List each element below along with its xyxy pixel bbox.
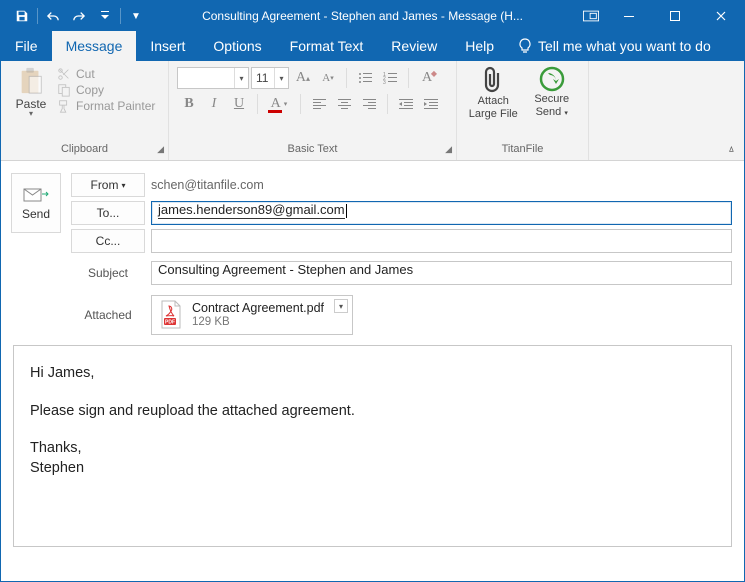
body-line: Please sign and reupload the attached ag… xyxy=(30,402,715,422)
format-painter-button[interactable]: Format Painter xyxy=(57,99,155,113)
tab-insert[interactable]: Insert xyxy=(136,31,199,61)
decrease-indent-button[interactable] xyxy=(394,93,418,115)
dialog-launcher-icon[interactable]: ◢ xyxy=(445,140,452,158)
to-button[interactable]: To... xyxy=(71,201,145,225)
secure-send-button[interactable]: SecureSend ▾ xyxy=(524,65,581,120)
window-controls xyxy=(606,1,744,31)
chevron-down-icon: ▾ xyxy=(29,111,33,117)
body-line: Thanks, xyxy=(30,439,715,459)
attachment-name: Contract Agreement.pdf xyxy=(192,301,324,315)
chevron-down-icon: ▾ xyxy=(234,68,248,88)
font-color-button[interactable]: A▾ xyxy=(264,93,294,115)
close-button[interactable] xyxy=(698,1,744,31)
grow-font-button[interactable]: A▴ xyxy=(291,67,315,89)
scissors-icon xyxy=(57,67,71,81)
group-label-titanfile: TitanFile xyxy=(465,140,580,160)
attachment-menu-button[interactable]: ▾ xyxy=(334,299,348,313)
group-clipboard: Paste ▾ Cut Copy Format Painter Clipbo xyxy=(1,61,169,160)
align-right-button[interactable] xyxy=(357,93,381,115)
format-painter-label: Format Painter xyxy=(76,99,155,113)
undo-button[interactable] xyxy=(40,3,66,29)
attached-label: Attached xyxy=(71,295,145,335)
group-label-basic-text: Basic Text ◢ xyxy=(177,140,448,160)
paste-icon xyxy=(18,67,44,95)
tab-format-text[interactable]: Format Text xyxy=(276,31,378,61)
send-label: Send xyxy=(22,207,50,221)
tell-me-search[interactable]: Tell me what you want to do xyxy=(508,31,721,61)
subject-label: Subject xyxy=(71,261,145,285)
minimize-button[interactable] xyxy=(606,1,652,31)
tab-message[interactable]: Message xyxy=(52,31,137,61)
copy-button[interactable]: Copy xyxy=(57,83,155,97)
shrink-font-button[interactable]: A▾ xyxy=(316,67,340,89)
body-line: Hi James, xyxy=(30,364,715,384)
editor-container: Hi James, Please sign and reupload the a… xyxy=(1,345,744,559)
font-size-value: 11 xyxy=(252,71,274,85)
paste-button[interactable]: Paste ▾ xyxy=(9,65,53,117)
touch-mode-button[interactable]: ▼ xyxy=(123,3,149,29)
copy-label: Copy xyxy=(76,83,104,97)
bold-button[interactable]: B xyxy=(177,93,201,115)
chevron-down-icon: ▾ xyxy=(564,110,568,117)
group-titanfile: AttachLarge File SecureSend ▾ TitanFile xyxy=(457,61,589,160)
body-line: Stephen xyxy=(30,459,715,479)
paintbrush-icon xyxy=(57,99,71,113)
ribbon-tabs: File Message Insert Options Format Text … xyxy=(1,31,744,61)
clear-formatting-button[interactable]: A◆ xyxy=(415,67,439,89)
cc-button[interactable]: Cc... xyxy=(71,229,145,253)
window-title: Consulting Agreement - Stephen and James… xyxy=(149,9,576,23)
text-cursor xyxy=(346,204,347,218)
attachment-size: 129 KB xyxy=(192,315,324,329)
group-label-clipboard: Clipboard ◢ xyxy=(9,140,160,160)
attach-large-file-button[interactable]: AttachLarge File xyxy=(465,65,522,121)
from-value: schen@titanfile.com xyxy=(151,178,264,192)
from-button[interactable]: From▾ xyxy=(71,173,145,197)
align-left-button[interactable] xyxy=(307,93,331,115)
dialog-launcher-icon[interactable]: ◢ xyxy=(157,140,164,158)
save-button[interactable] xyxy=(9,3,35,29)
chevron-down-icon: ▾ xyxy=(121,181,125,190)
tell-me-label: Tell me what you want to do xyxy=(538,38,711,54)
subject-field[interactable]: Consulting Agreement - Stephen and James xyxy=(151,261,732,285)
send-icon xyxy=(23,185,49,203)
redo-button[interactable] xyxy=(66,3,92,29)
increase-indent-button[interactable] xyxy=(419,93,443,115)
quick-access-toolbar: ▼ xyxy=(1,3,149,29)
tab-help[interactable]: Help xyxy=(451,31,508,61)
collapse-ribbon-button[interactable]: ㅿ xyxy=(727,141,736,156)
to-field[interactable]: james.henderson89@gmail.com xyxy=(151,201,732,225)
message-body-editor[interactable]: Hi James, Please sign and reupload the a… xyxy=(13,345,732,547)
secure-send-icon xyxy=(538,65,566,93)
cut-button[interactable]: Cut xyxy=(57,67,155,81)
cut-label: Cut xyxy=(76,67,95,81)
svg-text:3: 3 xyxy=(383,80,386,84)
chevron-down-icon: ▾ xyxy=(274,68,288,88)
qat-customize-button[interactable] xyxy=(92,3,118,29)
copy-icon xyxy=(57,83,71,97)
to-value: james.henderson89@gmail.com xyxy=(158,202,345,219)
italic-button[interactable]: I xyxy=(202,93,226,115)
send-button[interactable]: Send xyxy=(11,173,61,233)
cc-field[interactable] xyxy=(151,229,732,253)
paperclip-icon xyxy=(480,65,506,95)
tab-options[interactable]: Options xyxy=(199,31,275,61)
font-name-combo[interactable]: ▾ xyxy=(177,67,249,89)
tab-file[interactable]: File xyxy=(1,31,52,61)
pdf-icon: PDF xyxy=(158,300,184,330)
group-basic-text: ▾ 11 ▾ A▴ A▾ 123 A xyxy=(169,61,457,160)
align-center-button[interactable] xyxy=(332,93,356,115)
maximize-button[interactable] xyxy=(652,1,698,31)
svg-text:PDF: PDF xyxy=(165,320,175,326)
tab-review[interactable]: Review xyxy=(377,31,451,61)
ribbon-display-options-button[interactable] xyxy=(576,1,606,31)
lightbulb-icon xyxy=(518,38,532,54)
ribbon: Paste ▾ Cut Copy Format Painter Clipbo xyxy=(1,61,744,161)
bullets-button[interactable] xyxy=(353,67,377,89)
title-bar: ▼ Consulting Agreement - Stephen and Jam… xyxy=(1,1,744,31)
numbering-button[interactable]: 123 xyxy=(378,67,402,89)
underline-button[interactable]: U xyxy=(227,93,251,115)
compose-header: Send From▾ schen@titanfile.com To... jam… xyxy=(1,161,744,345)
attachment-item[interactable]: PDF Contract Agreement.pdf 129 KB ▾ xyxy=(151,295,353,335)
font-size-combo[interactable]: 11 ▾ xyxy=(251,67,289,89)
